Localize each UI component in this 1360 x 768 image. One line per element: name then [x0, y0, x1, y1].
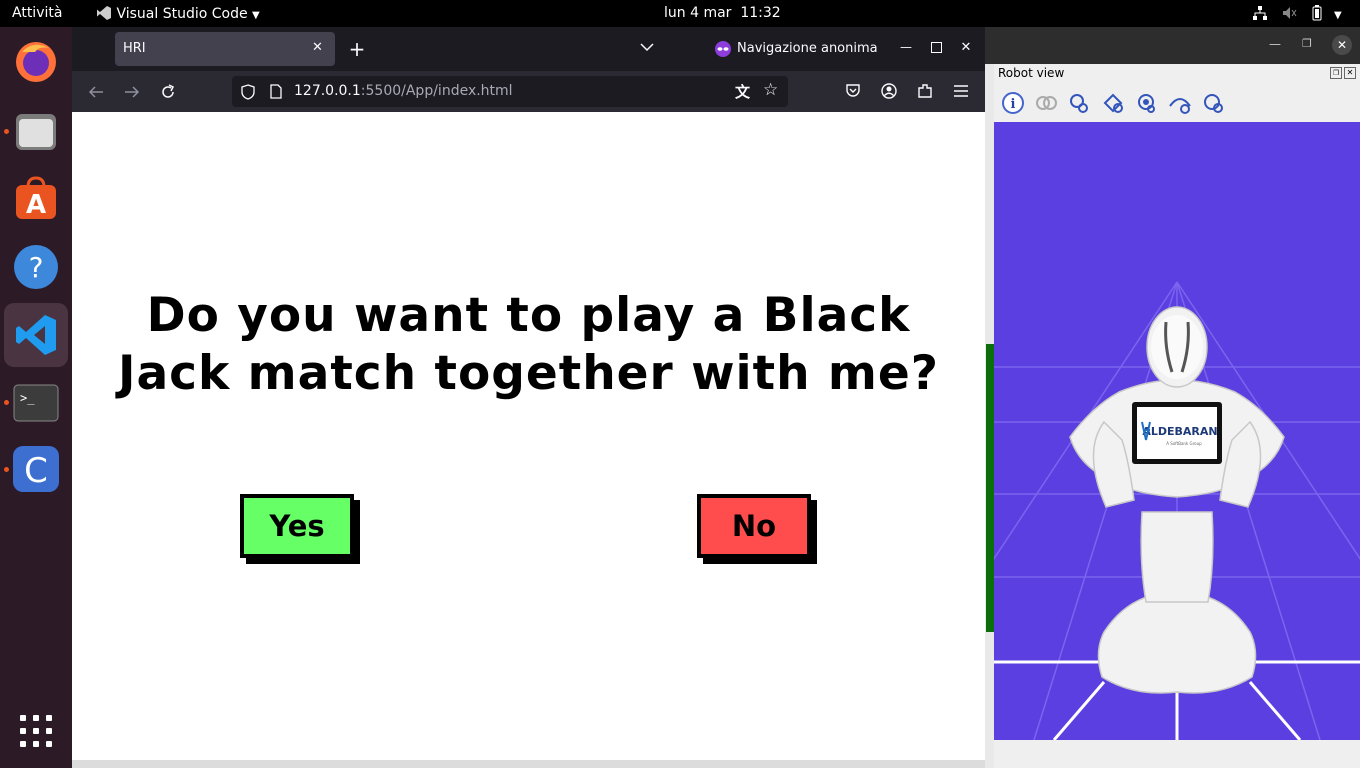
tab-bar: HRI ✕ + Navigazione anonima — ✕ [72, 27, 985, 71]
c-app-launcher[interactable]: C [12, 445, 60, 493]
page-icon[interactable] [270, 84, 282, 99]
firefox-icon [16, 42, 56, 82]
c-app-icon: C [13, 446, 59, 492]
robot-simulator-window: — ❐ ✕ Robot view ❐ ✕ i ALDEBARAN A SoftB… [980, 27, 1360, 768]
reload-icon[interactable] [160, 84, 176, 100]
bookmark-star-icon[interactable]: ☆ [763, 80, 778, 100]
folder-icon [16, 114, 56, 150]
green-strip [986, 344, 994, 632]
network-icon[interactable] [1252, 5, 1268, 26]
svg-text:?: ? [29, 251, 44, 284]
dock: A ? >_ C [0, 27, 72, 768]
robot-tool-icon-2[interactable] [1102, 92, 1124, 114]
date-text: lun 4 mar [664, 5, 732, 21]
app-menu[interactable]: Visual Studio Code ▼ [96, 5, 260, 24]
account-icon[interactable] [881, 83, 897, 99]
svg-text:A: A [26, 190, 46, 220]
app-center-launcher[interactable]: A [12, 174, 60, 222]
pocket-icon[interactable] [845, 83, 861, 99]
back-arrow-icon[interactable] [88, 84, 104, 100]
window-maximize-icon[interactable] [928, 39, 944, 55]
list-tabs-chevron-icon[interactable] [640, 42, 654, 52]
terminal-launcher[interactable]: >_ [12, 379, 60, 427]
robot-view-toolbar: i [1002, 92, 1342, 116]
svg-text:>_: >_ [20, 391, 35, 405]
robot-view-title: Robot view [998, 66, 1065, 80]
tab-hri[interactable]: HRI ✕ [115, 32, 335, 66]
shield-icon[interactable] [241, 84, 255, 100]
navigation-toolbar: 127.0.0.1:5500/App/index.html 文 ☆ [72, 71, 985, 112]
chevron-down-icon: ▼ [252, 10, 260, 21]
aldebaran-logo-sub: A SoftBank Group [1166, 441, 1202, 446]
panel-float-icon[interactable]: ❐ [1330, 67, 1342, 79]
robot-tool-icon-4[interactable] [1168, 92, 1192, 114]
vscode-small-icon [97, 6, 111, 20]
volume-muted-icon[interactable] [1281, 5, 1297, 26]
vscode-launcher[interactable] [4, 303, 68, 367]
svg-text:C: C [24, 451, 48, 491]
translate-icon[interactable]: 文 [735, 81, 750, 102]
firefox-window: HRI ✕ + Navigazione anonima — ✕ 127.0.0.… [72, 27, 985, 768]
robot-tool-icon-5[interactable] [1202, 92, 1224, 114]
robot-view-panel: Robot view ❐ ✕ i ALDEBARAN A SoftBank Gr… [994, 64, 1360, 768]
close-icon[interactable]: ✕ [1332, 35, 1352, 55]
system-menu-chevron-icon[interactable]: ▼ [1334, 7, 1342, 24]
joints-icon[interactable] [1035, 92, 1057, 114]
robot-tool-icon-1[interactable] [1068, 92, 1090, 114]
no-button[interactable]: No [697, 494, 811, 558]
url-host: 127.0.0.1 [294, 83, 361, 99]
files-launcher[interactable] [12, 107, 60, 155]
hamburger-menu-icon[interactable] [953, 84, 969, 98]
page-content: Do you want to play a Black Jack match t… [72, 112, 985, 760]
extensions-icon[interactable] [917, 83, 933, 99]
restore-icon[interactable]: ❐ [1302, 37, 1312, 50]
private-browsing-label: Navigazione anonima [737, 41, 878, 56]
app-name: Visual Studio Code [116, 6, 248, 22]
svg-text:i: i [1011, 97, 1016, 112]
url-bar[interactable]: 127.0.0.1:5500/App/index.html 文 ☆ [232, 76, 788, 107]
private-browsing-icon [715, 41, 731, 57]
battery-icon[interactable] [1310, 5, 1324, 26]
url-path: :5500/App/index.html [360, 83, 513, 99]
info-icon[interactable]: i [1002, 92, 1024, 114]
robot-3d-viewport[interactable]: ALDEBARAN A SoftBank Group [994, 122, 1360, 740]
new-tab-icon[interactable]: + [344, 36, 370, 62]
forward-arrow-icon[interactable] [124, 84, 140, 100]
url-text[interactable]: 127.0.0.1:5500/App/index.html [294, 83, 513, 99]
system-top-bar: Attività Visual Studio Code ▼ lun 4 mar … [0, 0, 1360, 27]
shopping-bag-icon: A [16, 176, 56, 220]
window-minimize-icon[interactable]: — [898, 39, 914, 55]
firefox-launcher[interactable] [12, 37, 60, 85]
simulator-title-bar: — ❐ ✕ [980, 27, 1360, 64]
tab-close-icon[interactable]: ✕ [312, 40, 323, 55]
aldebaran-logo-text: ALDEBARAN [1142, 425, 1217, 438]
robot-tool-icon-3[interactable] [1135, 92, 1157, 114]
window-bottom-border [72, 760, 985, 768]
robot-scene: ALDEBARAN A SoftBank Group [994, 122, 1360, 740]
terminal-icon: >_ [13, 384, 59, 422]
show-applications-button[interactable] [12, 707, 60, 755]
window-close-icon[interactable]: ✕ [958, 39, 974, 55]
vscode-icon [16, 315, 56, 355]
app-grid-icon [20, 715, 52, 747]
activities-button[interactable]: Attività [12, 5, 62, 22]
help-icon: ? [14, 245, 58, 289]
panel-close-icon[interactable]: ✕ [1344, 67, 1356, 79]
yes-button[interactable]: Yes [240, 494, 354, 558]
time-text: 11:32 [740, 5, 781, 21]
help-launcher[interactable]: ? [12, 243, 60, 291]
tab-title: HRI [123, 41, 146, 56]
question-heading: Do you want to play a Black Jack match t… [117, 288, 940, 401]
clock[interactable]: lun 4 mar 11:32 [664, 5, 781, 22]
minimize-icon[interactable]: — [1269, 37, 1281, 51]
